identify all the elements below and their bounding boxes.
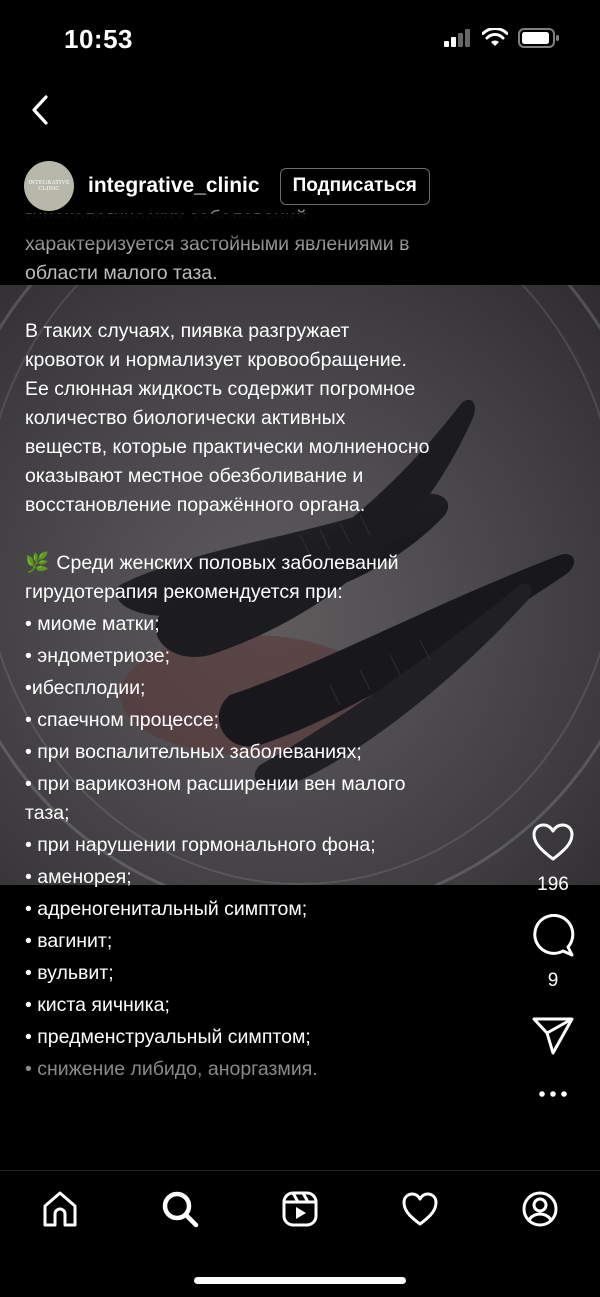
share-button[interactable] <box>532 1016 574 1056</box>
nav-profile[interactable] <box>518 1187 562 1231</box>
nav-home[interactable] <box>38 1187 82 1231</box>
nav-activity[interactable] <box>398 1187 442 1231</box>
list-item-last: • снижение либидо, аноргазмия. <box>25 1058 318 1080</box>
list-item: • миоме матки; <box>25 613 160 635</box>
nav-reels[interactable] <box>278 1187 322 1231</box>
list-item: • аменорея; <box>25 866 132 888</box>
home-icon <box>43 1191 77 1227</box>
signal-icon <box>444 29 470 47</box>
back-button[interactable] <box>20 90 60 130</box>
list-item: • предменструальный симптом; <box>25 1026 311 1048</box>
status-time: 10:53 <box>64 24 133 54</box>
more-button[interactable] <box>538 1090 568 1098</box>
chevron-left-icon <box>32 95 48 125</box>
battery-icon <box>518 28 559 48</box>
search-icon <box>162 1191 199 1228</box>
username[interactable]: integrative_clinic <box>88 174 260 198</box>
post-actions: 196 9 <box>520 822 586 1098</box>
avatar-logo-text-2: CLINIC <box>38 186 60 192</box>
status-bar: 10:53 <box>0 0 600 80</box>
list-item: • при воспалительных заболеваниях; <box>25 741 362 763</box>
caption-paragraph-2: В таких случаях, пиявка разгружает крово… <box>25 320 430 516</box>
more-dots-icon <box>539 1091 567 1097</box>
comment-bubble-icon <box>533 914 575 957</box>
status-icons <box>444 28 560 48</box>
list-item: •ибесплодии; <box>25 677 146 699</box>
list-item: • киста яичника; <box>25 994 170 1016</box>
list-item: • эндометриозе; <box>25 645 171 667</box>
list-item: • спаечном процессе; <box>25 709 220 731</box>
likes-count[interactable]: 196 <box>537 874 569 896</box>
list-item: • адреногенитальный симптом; <box>25 898 308 920</box>
comment-button[interactable] <box>531 914 575 958</box>
send-icon <box>532 1017 574 1055</box>
wifi-icon <box>482 28 508 46</box>
list-item: • вульвит; <box>25 962 114 984</box>
heart-icon <box>402 1192 438 1226</box>
nav-search[interactable] <box>158 1187 202 1231</box>
list-item: • при варикозном расширении вен малого т… <box>25 773 406 824</box>
profile-icon <box>522 1191 558 1227</box>
list-item: • при нарушении гормонального фона; <box>25 834 376 856</box>
like-button[interactable] <box>531 822 575 862</box>
reels-icon <box>282 1191 318 1227</box>
caption-intro: 🌿 Среди женских половых заболеваний гиру… <box>25 549 525 607</box>
heart-icon <box>532 823 574 861</box>
caption-intro-text: Среди женских половых заболеваний гирудо… <box>25 552 399 603</box>
home-indicator <box>194 1277 406 1284</box>
list-item: • вагинит; <box>25 930 113 952</box>
caption-fade <box>0 214 600 254</box>
comments-count[interactable]: 9 <box>548 970 559 992</box>
post-caption: гинекологических заболеваний характеризу… <box>25 207 525 1084</box>
leaf-icon: 🌿 <box>25 552 50 574</box>
follow-button[interactable]: Подписаться <box>279 167 430 205</box>
